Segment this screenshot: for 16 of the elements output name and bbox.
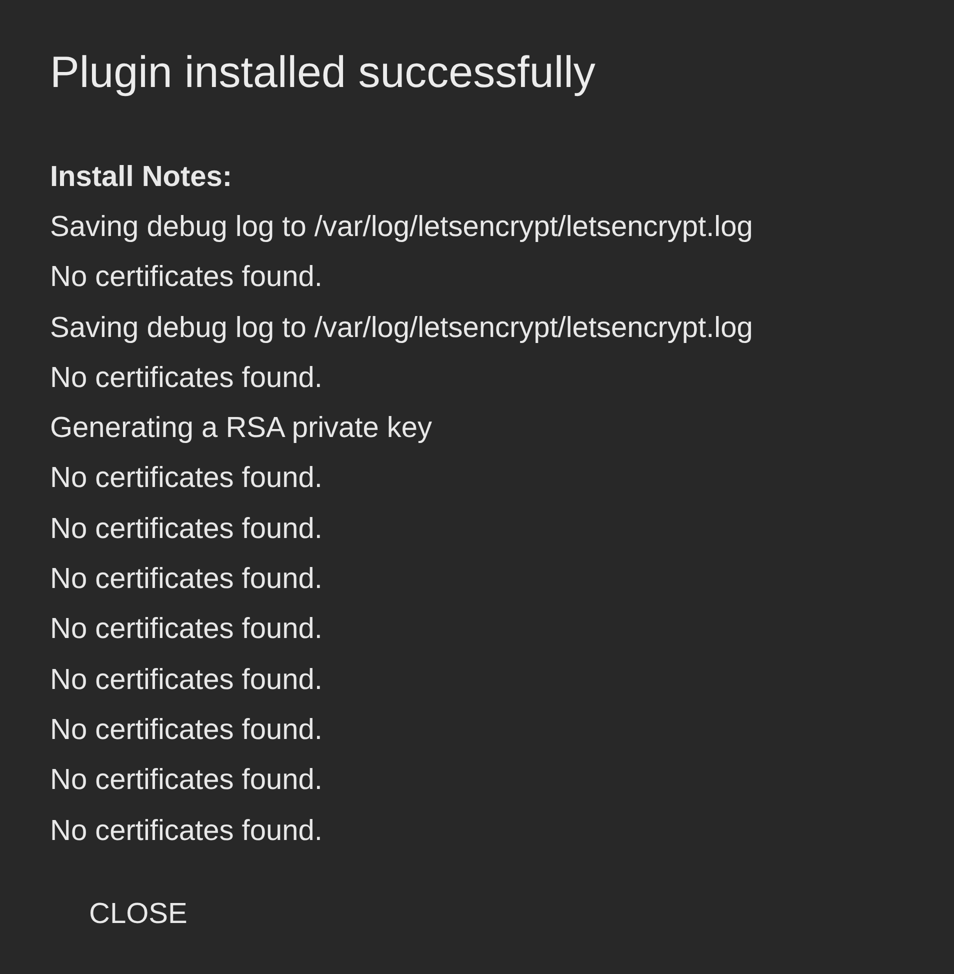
log-line: Saving debug log to /var/log/letsencrypt/letsencrypt.log xyxy=(50,310,754,346)
log-line: No certificates found. xyxy=(50,662,324,698)
log-line: No certificates found. xyxy=(50,260,324,296)
log-line: No certificates found. xyxy=(50,360,324,396)
log-line: No certificates found. xyxy=(50,612,324,648)
log-line: No certificates found. xyxy=(50,461,324,496)
log-line: No certificates found. xyxy=(50,763,324,798)
log-line: No certificates found. xyxy=(50,814,324,849)
close-button[interactable]: CLOSE xyxy=(75,890,202,939)
log-line: Saving debug log to /var/log/letsencrypt/letsencrypt.log xyxy=(50,210,754,245)
log-line: No certificates found. xyxy=(50,712,324,748)
dialog-title: Plugin installed successfully xyxy=(50,47,596,99)
log-line: No certificates found. xyxy=(50,562,324,598)
log-line: No certificates found. xyxy=(50,512,324,547)
log-line: Generating a RSA private key xyxy=(50,411,434,446)
notes-heading: Install Notes: xyxy=(50,160,234,195)
